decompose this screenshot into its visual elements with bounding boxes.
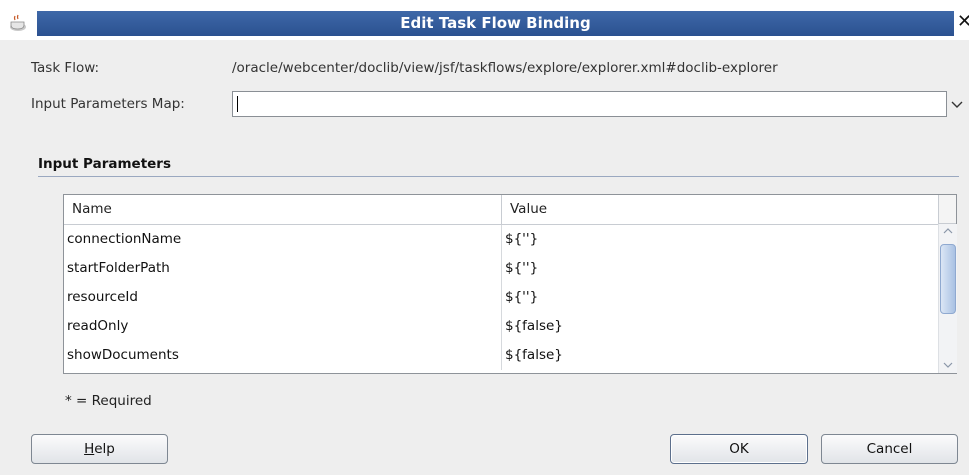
table-header: Name Value: [64, 195, 938, 225]
chevron-down-icon[interactable]: [947, 92, 967, 116]
column-divider: [501, 195, 502, 224]
scroll-down-icon[interactable]: [943, 360, 953, 370]
title-band: Edit Task Flow Binding: [37, 11, 954, 36]
coffee-cup-icon[interactable]: [8, 14, 28, 32]
table-row[interactable]: startFolderPath ${''}: [64, 254, 938, 283]
window-title: Edit Task Flow Binding: [400, 14, 591, 32]
title-bar: Edit Task Flow Binding ✕: [0, 0, 969, 40]
parameters-table: Name Value connectionName ${''} startFol…: [63, 194, 957, 374]
cell-divider: [501, 283, 502, 312]
table-row[interactable]: showDocuments ${false}: [64, 341, 938, 370]
help-button[interactable]: Help: [31, 434, 168, 464]
task-flow-value: /oracle/webcenter/doclib/view/jsf/taskfl…: [232, 60, 778, 76]
param-name: readOnly: [67, 318, 129, 334]
ok-button[interactable]: OK: [670, 434, 808, 464]
param-name: showDocuments: [67, 347, 179, 363]
cell-divider: [501, 254, 502, 283]
scroll-up-icon[interactable]: [943, 226, 953, 236]
scrollbar-thumb[interactable]: [940, 244, 956, 314]
table-row[interactable]: connectionName ${''}: [64, 225, 938, 254]
param-value[interactable]: ${''}: [505, 289, 538, 305]
help-mnemonic: H: [84, 441, 95, 457]
param-value[interactable]: ${''}: [505, 260, 538, 276]
section-title: Input Parameters: [38, 156, 171, 172]
ok-label: OK: [729, 441, 749, 457]
cancel-button[interactable]: Cancel: [821, 434, 958, 464]
column-header-name[interactable]: Name: [72, 201, 112, 217]
table-corner: [938, 195, 956, 224]
task-flow-label: Task Flow:: [31, 60, 100, 76]
cancel-label: Cancel: [866, 441, 913, 457]
param-value[interactable]: ${false}: [505, 318, 563, 334]
param-value[interactable]: ${false}: [505, 347, 563, 363]
column-header-value[interactable]: Value: [510, 201, 547, 217]
section-divider: [38, 176, 959, 177]
cell-divider: [501, 341, 502, 370]
param-name: connectionName: [67, 231, 182, 247]
vertical-scrollbar[interactable]: [938, 224, 957, 373]
help-label: elp: [94, 441, 115, 457]
input-map-field[interactable]: [232, 91, 947, 117]
cell-divider: [501, 225, 502, 254]
required-note: * = Required: [65, 393, 152, 409]
param-value[interactable]: ${''}: [505, 231, 538, 247]
input-map-label: Input Parameters Map:: [31, 96, 185, 112]
param-name: startFolderPath: [67, 260, 170, 276]
cell-divider: [501, 312, 502, 341]
param-name: resourceId: [67, 289, 138, 305]
close-icon[interactable]: ✕: [957, 12, 969, 32]
text-caret: [237, 96, 238, 112]
table-row[interactable]: resourceId ${''}: [64, 283, 938, 312]
table-row[interactable]: readOnly ${false}: [64, 312, 938, 341]
